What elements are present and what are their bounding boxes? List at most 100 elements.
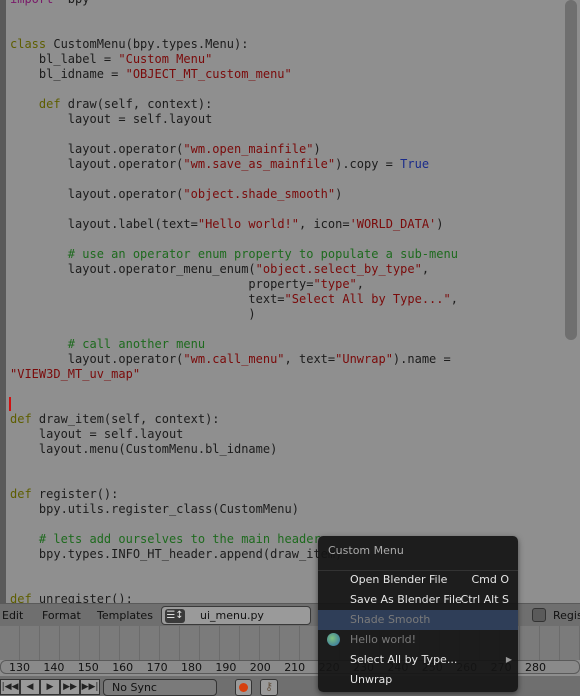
code-line[interactable]	[10, 382, 458, 397]
code-token: draw_item(self, context):	[31, 412, 220, 426]
code-line[interactable]: text="Select All by Type...",	[10, 292, 458, 307]
code-token: layout.label(text=	[10, 217, 198, 231]
code-token: def	[10, 592, 32, 603]
record-button[interactable]	[235, 679, 252, 696]
code-token: bpy.types.INFO_HT_header.append(draw_ite…	[10, 547, 343, 561]
code-line[interactable]: bpy.utils.register_class(CustomMenu)	[10, 502, 458, 517]
code-line[interactable]	[10, 322, 458, 337]
code-line[interactable]: )	[10, 307, 458, 322]
code-line[interactable]: # call another menu	[10, 337, 458, 352]
code-line[interactable]: layout.label(text="Hello world!", icon='…	[10, 217, 458, 232]
code-line[interactable]	[10, 172, 458, 187]
code-token: )	[335, 187, 343, 201]
text-cursor	[9, 397, 11, 411]
code-token: "object.select_by_type"	[255, 262, 422, 276]
code-line[interactable]	[10, 517, 458, 532]
sync-dropdown[interactable]: No Sync	[103, 679, 217, 696]
code-line[interactable]: layout = self.layout	[10, 427, 458, 442]
code-line[interactable]: layout = self.layout	[10, 112, 458, 127]
code-token: "Custom Menu"	[118, 52, 213, 66]
code-token: ).copy =	[335, 157, 401, 171]
jump-start-button[interactable]: |◀◀	[0, 679, 20, 695]
code-area[interactable]: import bpy class CustomMenu(bpy.types.Men…	[10, 0, 458, 603]
frame-tick-label: 190	[215, 661, 237, 674]
frame-tick-label: 160	[112, 661, 134, 674]
code-line[interactable]: bl_label = "Custom Menu"	[10, 52, 458, 67]
code-token: "object.shade_smooth"	[183, 187, 336, 201]
code-token: bl_idname =	[10, 67, 126, 81]
code-token: layout.operator(	[10, 352, 184, 366]
code-line[interactable]: layout.operator("wm.save_as_mainfile").c…	[10, 157, 458, 172]
code-line[interactable]	[10, 202, 458, 217]
register-checkbox[interactable]	[532, 608, 546, 622]
code-line[interactable]: class CustomMenu(bpy.types.Menu):	[10, 37, 458, 52]
code-token: property=	[10, 277, 314, 291]
code-line[interactable]	[10, 7, 458, 22]
code-token: layout.operator(	[10, 157, 184, 171]
vertical-scrollbar[interactable]	[565, 0, 577, 603]
frame-tick-label: 200	[249, 661, 271, 674]
menu-item-shade-smooth[interactable]: Shade Smooth	[318, 610, 518, 630]
menu-edit[interactable]: Edit	[2, 609, 23, 622]
next-key-button[interactable]: ▶▶	[60, 679, 80, 695]
code-token: bl_label =	[10, 52, 119, 66]
code-token: ).name =	[392, 352, 451, 366]
code-token: layout = self.layout	[10, 427, 184, 441]
frame-tick-label: 180	[181, 661, 202, 674]
code-token: "wm.call_menu"	[183, 352, 285, 366]
menu-item-hello-world: Hello world!	[318, 630, 518, 650]
code-token: def	[10, 487, 32, 501]
code-line[interactable]: layout.operator("object.shade_smooth")	[10, 187, 458, 202]
code-token: layout.menu(CustomMenu.bl_idname)	[10, 442, 278, 456]
code-line[interactable]: def draw(self, context):	[10, 97, 458, 112]
submenu-arrow-icon: ▶	[505, 655, 512, 664]
code-token: 'WORLD_DATA'	[349, 217, 437, 231]
text-file-selector[interactable]: ☰↕ ui_menu.py	[161, 606, 311, 625]
code-line[interactable]: def register():	[10, 487, 458, 502]
text-editor[interactable]: import bpy class CustomMenu(bpy.types.Men…	[0, 0, 580, 603]
filename: ui_menu.py	[200, 609, 264, 622]
code-token: # call another menu	[10, 337, 206, 351]
keying-icon[interactable]: ⚷	[260, 679, 278, 696]
code-line[interactable]: def draw_item(self, context):	[10, 412, 458, 427]
code-token: def	[10, 97, 61, 111]
code-line[interactable]: bl_idname = "OBJECT_MT_custom_menu"	[10, 67, 458, 82]
menu-item-label: Unwrap	[350, 673, 393, 686]
play-button[interactable]: ▶	[40, 679, 60, 695]
code-token: , icon=	[299, 217, 350, 231]
code-line[interactable]	[10, 397, 458, 412]
code-line[interactable]: # use an operator enum property to popul…	[10, 247, 458, 262]
scrollbar-thumb[interactable]	[565, 0, 577, 340]
jump-end-button[interactable]: ▶▶|	[80, 679, 100, 695]
prev-key-button[interactable]: ◀	[20, 679, 40, 695]
menu-format[interactable]: Format	[42, 609, 81, 622]
code-line[interactable]: layout.operator_menu_enum("object.select…	[10, 262, 458, 277]
code-line[interactable]	[10, 127, 458, 142]
code-line[interactable]	[10, 472, 458, 487]
menu-item-select-all-by-type[interactable]: Select All by Type... ▶	[318, 650, 518, 670]
code-token: "wm.save_as_mainfile"	[183, 157, 336, 171]
menu-templates[interactable]: Templates	[97, 609, 153, 622]
code-token: layout.operator(	[10, 187, 184, 201]
code-token: register():	[31, 487, 119, 501]
code-token: "VIEW3D_MT_uv_map"	[10, 367, 141, 381]
code-line[interactable]	[10, 22, 458, 37]
text-document-icon: ☰↕	[165, 609, 185, 623]
code-line[interactable]: import bpy	[10, 0, 458, 7]
code-line[interactable]: property="type",	[10, 277, 458, 292]
menu-item-label: Hello world!	[350, 633, 417, 646]
menu-item-open-blender-file[interactable]: Open Blender File Cmd O	[318, 570, 518, 590]
custom-menu-popup: Custom Menu Open Blender File Cmd O Save …	[318, 536, 518, 692]
menu-item-save-as[interactable]: Save As Blender File Ctrl Alt S	[318, 590, 518, 610]
code-line[interactable]	[10, 82, 458, 97]
menu-item-unwrap[interactable]: Unwrap	[318, 670, 518, 690]
code-line[interactable]	[10, 232, 458, 247]
code-token: # lets add ourselves to the main header	[10, 532, 321, 546]
code-line[interactable]: layout.operator("wm.open_mainfile")	[10, 142, 458, 157]
code-token: layout.operator_menu_enum(	[10, 262, 256, 276]
code-line[interactable]: layout.operator("wm.call_menu", text="Un…	[10, 352, 458, 367]
code-line[interactable]: "VIEW3D_MT_uv_map"	[10, 367, 458, 382]
code-line[interactable]: layout.menu(CustomMenu.bl_idname)	[10, 442, 458, 457]
shortcut: Ctrl Alt S	[460, 593, 509, 606]
code-line[interactable]	[10, 457, 458, 472]
